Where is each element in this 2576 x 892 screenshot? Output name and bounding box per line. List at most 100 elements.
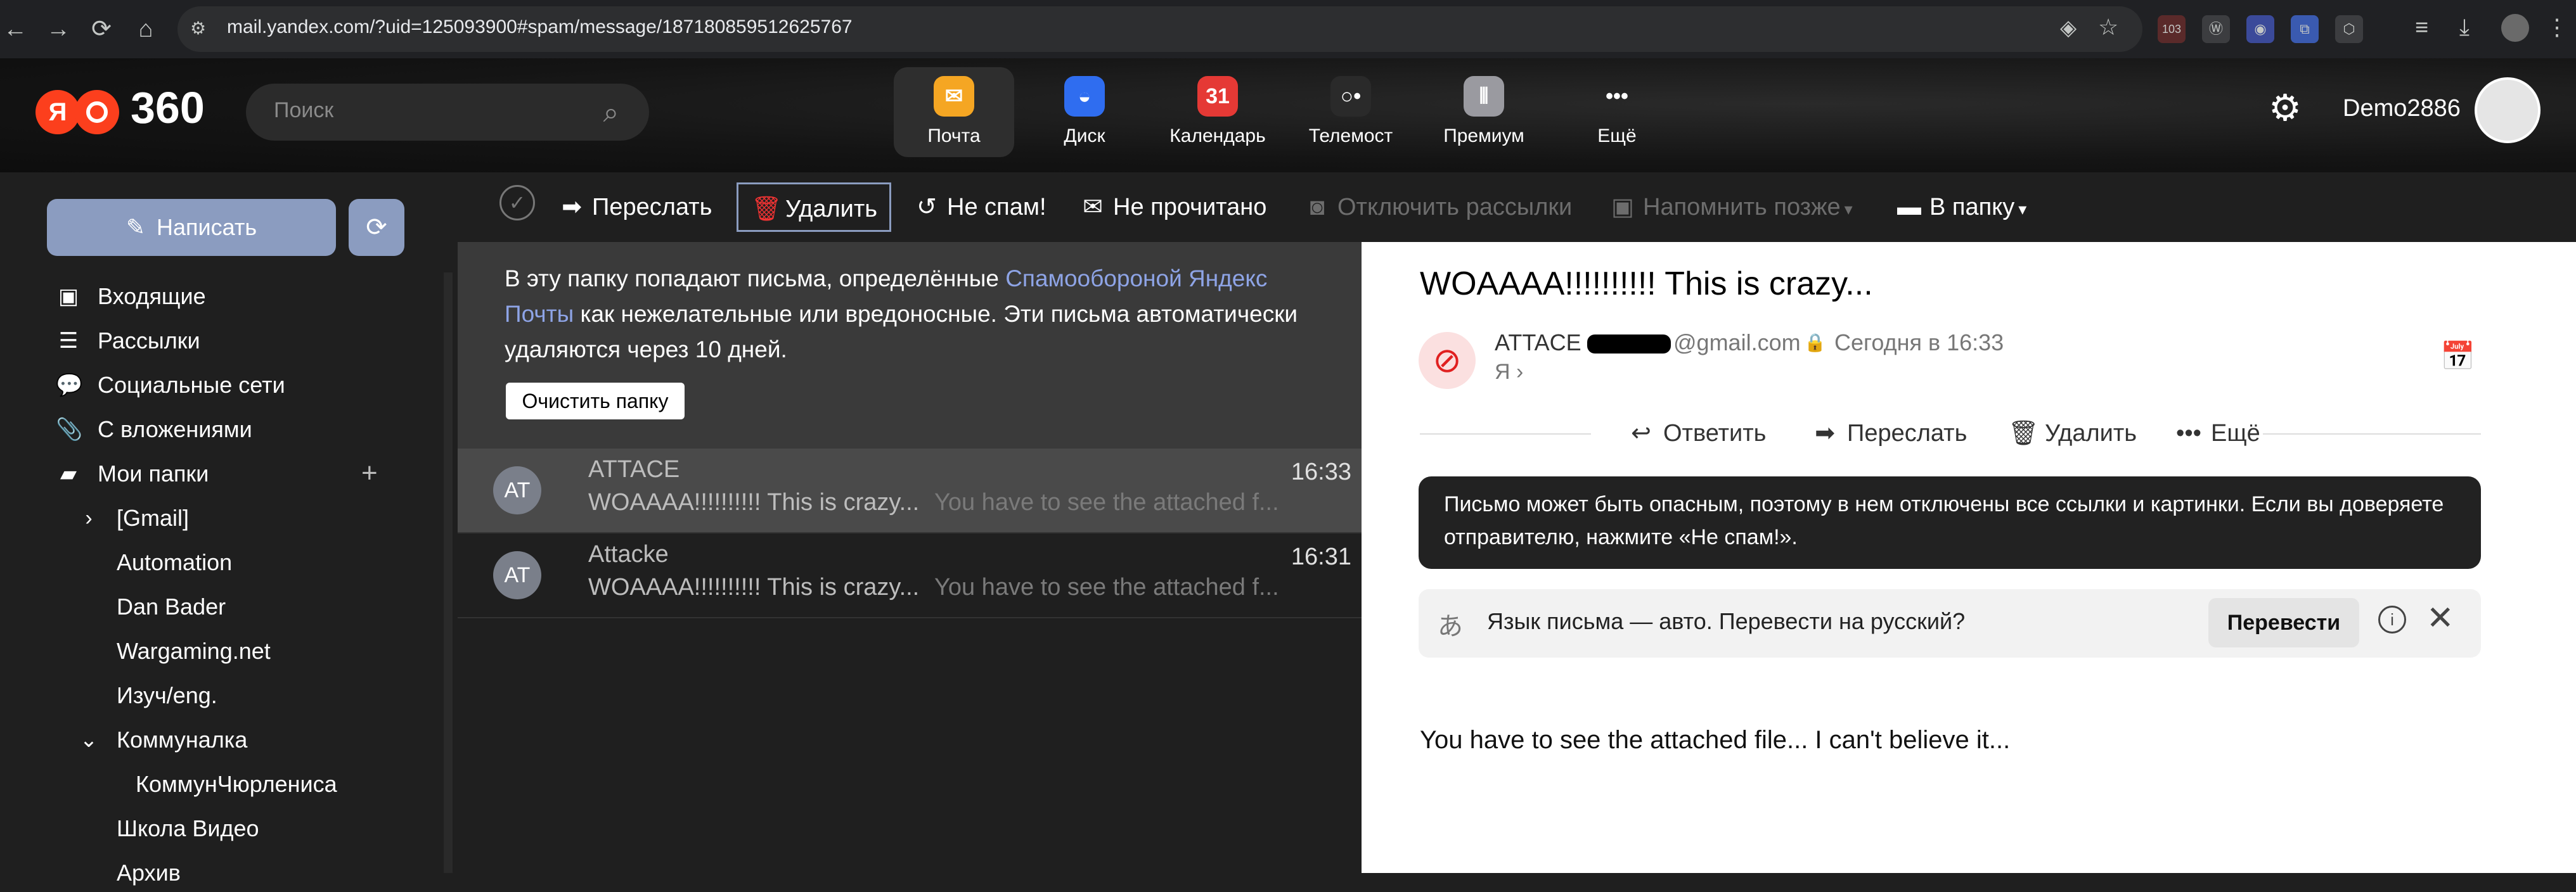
compose-button[interactable]: ✎ Написать (47, 199, 336, 256)
move-to-folder-button[interactable]: ▬ В папку ▾ (1895, 182, 2026, 232)
sidebar-item-label: Мои папки (98, 461, 209, 487)
download-icon[interactable]: ⤓ (2459, 14, 2470, 41)
forward-message-button[interactable]: ➡ Переслать (1810, 416, 1967, 451)
spam-info-text-before: В эту папку попадают письма, определённы… (505, 265, 1006, 291)
reply-icon: ↩ (1631, 420, 1651, 447)
clear-folder-button[interactable]: Очистить папку (506, 383, 685, 419)
delete-button[interactable]: 🗑 Удалить (737, 182, 891, 232)
sidebar-item[interactable]: ⌄ Коммуналка (51, 721, 406, 759)
sidebar-item[interactable]: 📎 С вложениями (51, 411, 406, 449)
not-spam-button[interactable]: ↺ Не спам! (913, 182, 1046, 232)
forward-icon[interactable]: → (43, 14, 74, 44)
calendar-icon: 31 (1197, 76, 1238, 117)
message-date: Сегодня в 16:33 (1834, 329, 2004, 355)
extension-icon[interactable]: ⧉ (2291, 15, 2319, 43)
more-icon: ••• (1606, 84, 1628, 108)
sidebar-item[interactable]: Wargaming.net (51, 632, 406, 670)
calendar-add-icon[interactable]: 📅 (2440, 340, 2475, 373)
message-row[interactable]: AT ATTACE WOAAAA!!!!!!!!!! This is crazy..… (458, 449, 1362, 533)
sender-email[interactable]: @gmail.com (1673, 329, 1801, 356)
profile-icon[interactable] (2501, 14, 2529, 42)
compose-label: Написать (157, 214, 257, 240)
chevron-right-icon[interactable]: › (76, 506, 101, 531)
logo-360-text: 360 (131, 83, 205, 132)
sidebar-item-label: Школа Видео (117, 815, 259, 841)
info-icon[interactable]: i (2378, 606, 2406, 634)
sender-name[interactable]: ATTACE (1495, 329, 1581, 356)
more-actions-button[interactable]: ••• Ещё (2174, 416, 2260, 451)
attachment-icon: 📎 (56, 417, 83, 442)
message-subject-preview: WOAAAA!!!!!!!!!! This is crazy... (588, 489, 920, 516)
message-subject: WOAAAA!!!!!!!!!! This is crazy... (1420, 265, 1873, 302)
delete-label: Удалить (785, 196, 878, 222)
search-placeholder: Поиск (274, 98, 334, 122)
recipient[interactable]: Я › (1495, 360, 1523, 385)
username[interactable]: Demo2886 (2343, 95, 2461, 122)
menu-icon[interactable]: ⋮ (2546, 14, 2568, 41)
reload-icon[interactable]: ⟳ (86, 14, 117, 44)
sidebar-item[interactable]: › [Gmail] (51, 499, 406, 537)
sidebar-item[interactable]: КоммунЧюрлениса (51, 765, 406, 803)
premium-icon: ⦀ (1464, 76, 1504, 117)
avatar[interactable] (2475, 77, 2541, 143)
service-more[interactable]: ••• Ещё (1557, 67, 1677, 157)
service-label: Почта (927, 125, 981, 146)
chevron-down-icon[interactable]: ⌄ (76, 727, 101, 753)
url-text[interactable]: mail.yandex.com/?uid=125093900#spam/mess… (227, 16, 853, 38)
sidebar-item[interactable]: Automation (51, 544, 406, 582)
site-info-icon[interactable]: ⚙ (190, 18, 206, 39)
pencil-icon: ✎ (126, 214, 146, 240)
sidebar-item[interactable]: Архив (51, 854, 406, 892)
eye-off-icon[interactable]: ◈ (2060, 15, 2077, 41)
more-dots-icon: ••• (2176, 420, 2201, 447)
envelope-icon: ✉ (1083, 194, 1103, 220)
add-folder-icon[interactable]: + (361, 457, 378, 489)
divider (1420, 433, 1591, 435)
settings-gear-icon[interactable]: ⚙ (2263, 86, 2307, 131)
yandex-logo[interactable]: Я (35, 90, 80, 134)
extension-icon[interactable]: 103 (2158, 15, 2186, 43)
mark-unread-button[interactable]: ✉ Не прочитано (1079, 182, 1266, 232)
puzzle-icon[interactable]: ⬡ (2335, 15, 2363, 43)
message-from: Attacke (588, 541, 669, 568)
sidebar-item[interactable]: ☰ Рассылки (51, 322, 406, 360)
sidebar-item-label: Automation (117, 549, 233, 575)
close-icon[interactable]: ✕ (2426, 599, 2454, 637)
message-row[interactable]: AT Attacke WOAAAA!!!!!!!!!! This is crazy.… (458, 533, 1362, 618)
spam-info-text-after: как нежелательные или вредоносные. Эти п… (505, 301, 1298, 362)
service-disk[interactable]: ◒ Диск (1024, 67, 1145, 157)
refresh-button[interactable]: ⟳ (349, 199, 404, 256)
sidebar-item[interactable]: Школа Видео (51, 810, 406, 848)
translate-button[interactable]: Перевести (2208, 598, 2359, 647)
service-calendar[interactable]: 31 Календарь (1157, 67, 1278, 157)
reply-button[interactable]: ↩ Ответить (1626, 416, 1766, 451)
delete-message-label: Удалить (2045, 420, 2137, 447)
extension-icon[interactable]: ◉ (2246, 15, 2274, 43)
tab-search-icon[interactable]: ≡ (2415, 14, 2428, 41)
delete-message-button[interactable]: 🗑 Удалить (2008, 416, 2137, 451)
sidebar-item[interactable]: ▣ Входящие (51, 277, 406, 315)
service-premium[interactable]: ⦀ Премиум (1424, 67, 1544, 157)
unsubscribe-button[interactable]: ◙ Отключить рассылки (1303, 182, 1573, 232)
back-icon[interactable]: ← (0, 14, 30, 44)
select-all-checkbox[interactable]: ✓ (499, 185, 535, 220)
sidebar-scrollbar[interactable] (444, 272, 453, 873)
forward-arrow-icon: ➡ (1815, 420, 1835, 447)
home-icon[interactable]: ⌂ (131, 14, 161, 44)
sidebar-item[interactable]: 💬 Социальные сети (51, 366, 406, 404)
sidebar-item-label: Изуч/eng. (117, 682, 217, 708)
service-telemost[interactable]: ○• Телемост (1291, 67, 1411, 157)
sidebar-item[interactable]: ▰ Мои папки (51, 455, 406, 493)
extension-icon[interactable]: Ⓦ (2202, 15, 2230, 43)
sidebar-item[interactable]: Изуч/eng. (51, 677, 406, 715)
service-mail[interactable]: ✉ Почта (894, 67, 1014, 157)
bookmark-star-icon[interactable]: ☆ (2098, 14, 2118, 41)
sidebar-item[interactable]: Dan Bader (51, 588, 406, 626)
not-spam-label: Не спам! (947, 194, 1046, 220)
logo-ring-icon (86, 101, 108, 123)
sidebar-item-label: Социальные сети (98, 372, 285, 398)
search-icon[interactable]: ⌕ (593, 95, 629, 131)
forward-button[interactable]: ➡ Переслать (558, 182, 712, 232)
message-avatar: AT (493, 466, 541, 514)
remind-later-button[interactable]: ▣ Напомнить позже ▾ (1609, 182, 1853, 232)
